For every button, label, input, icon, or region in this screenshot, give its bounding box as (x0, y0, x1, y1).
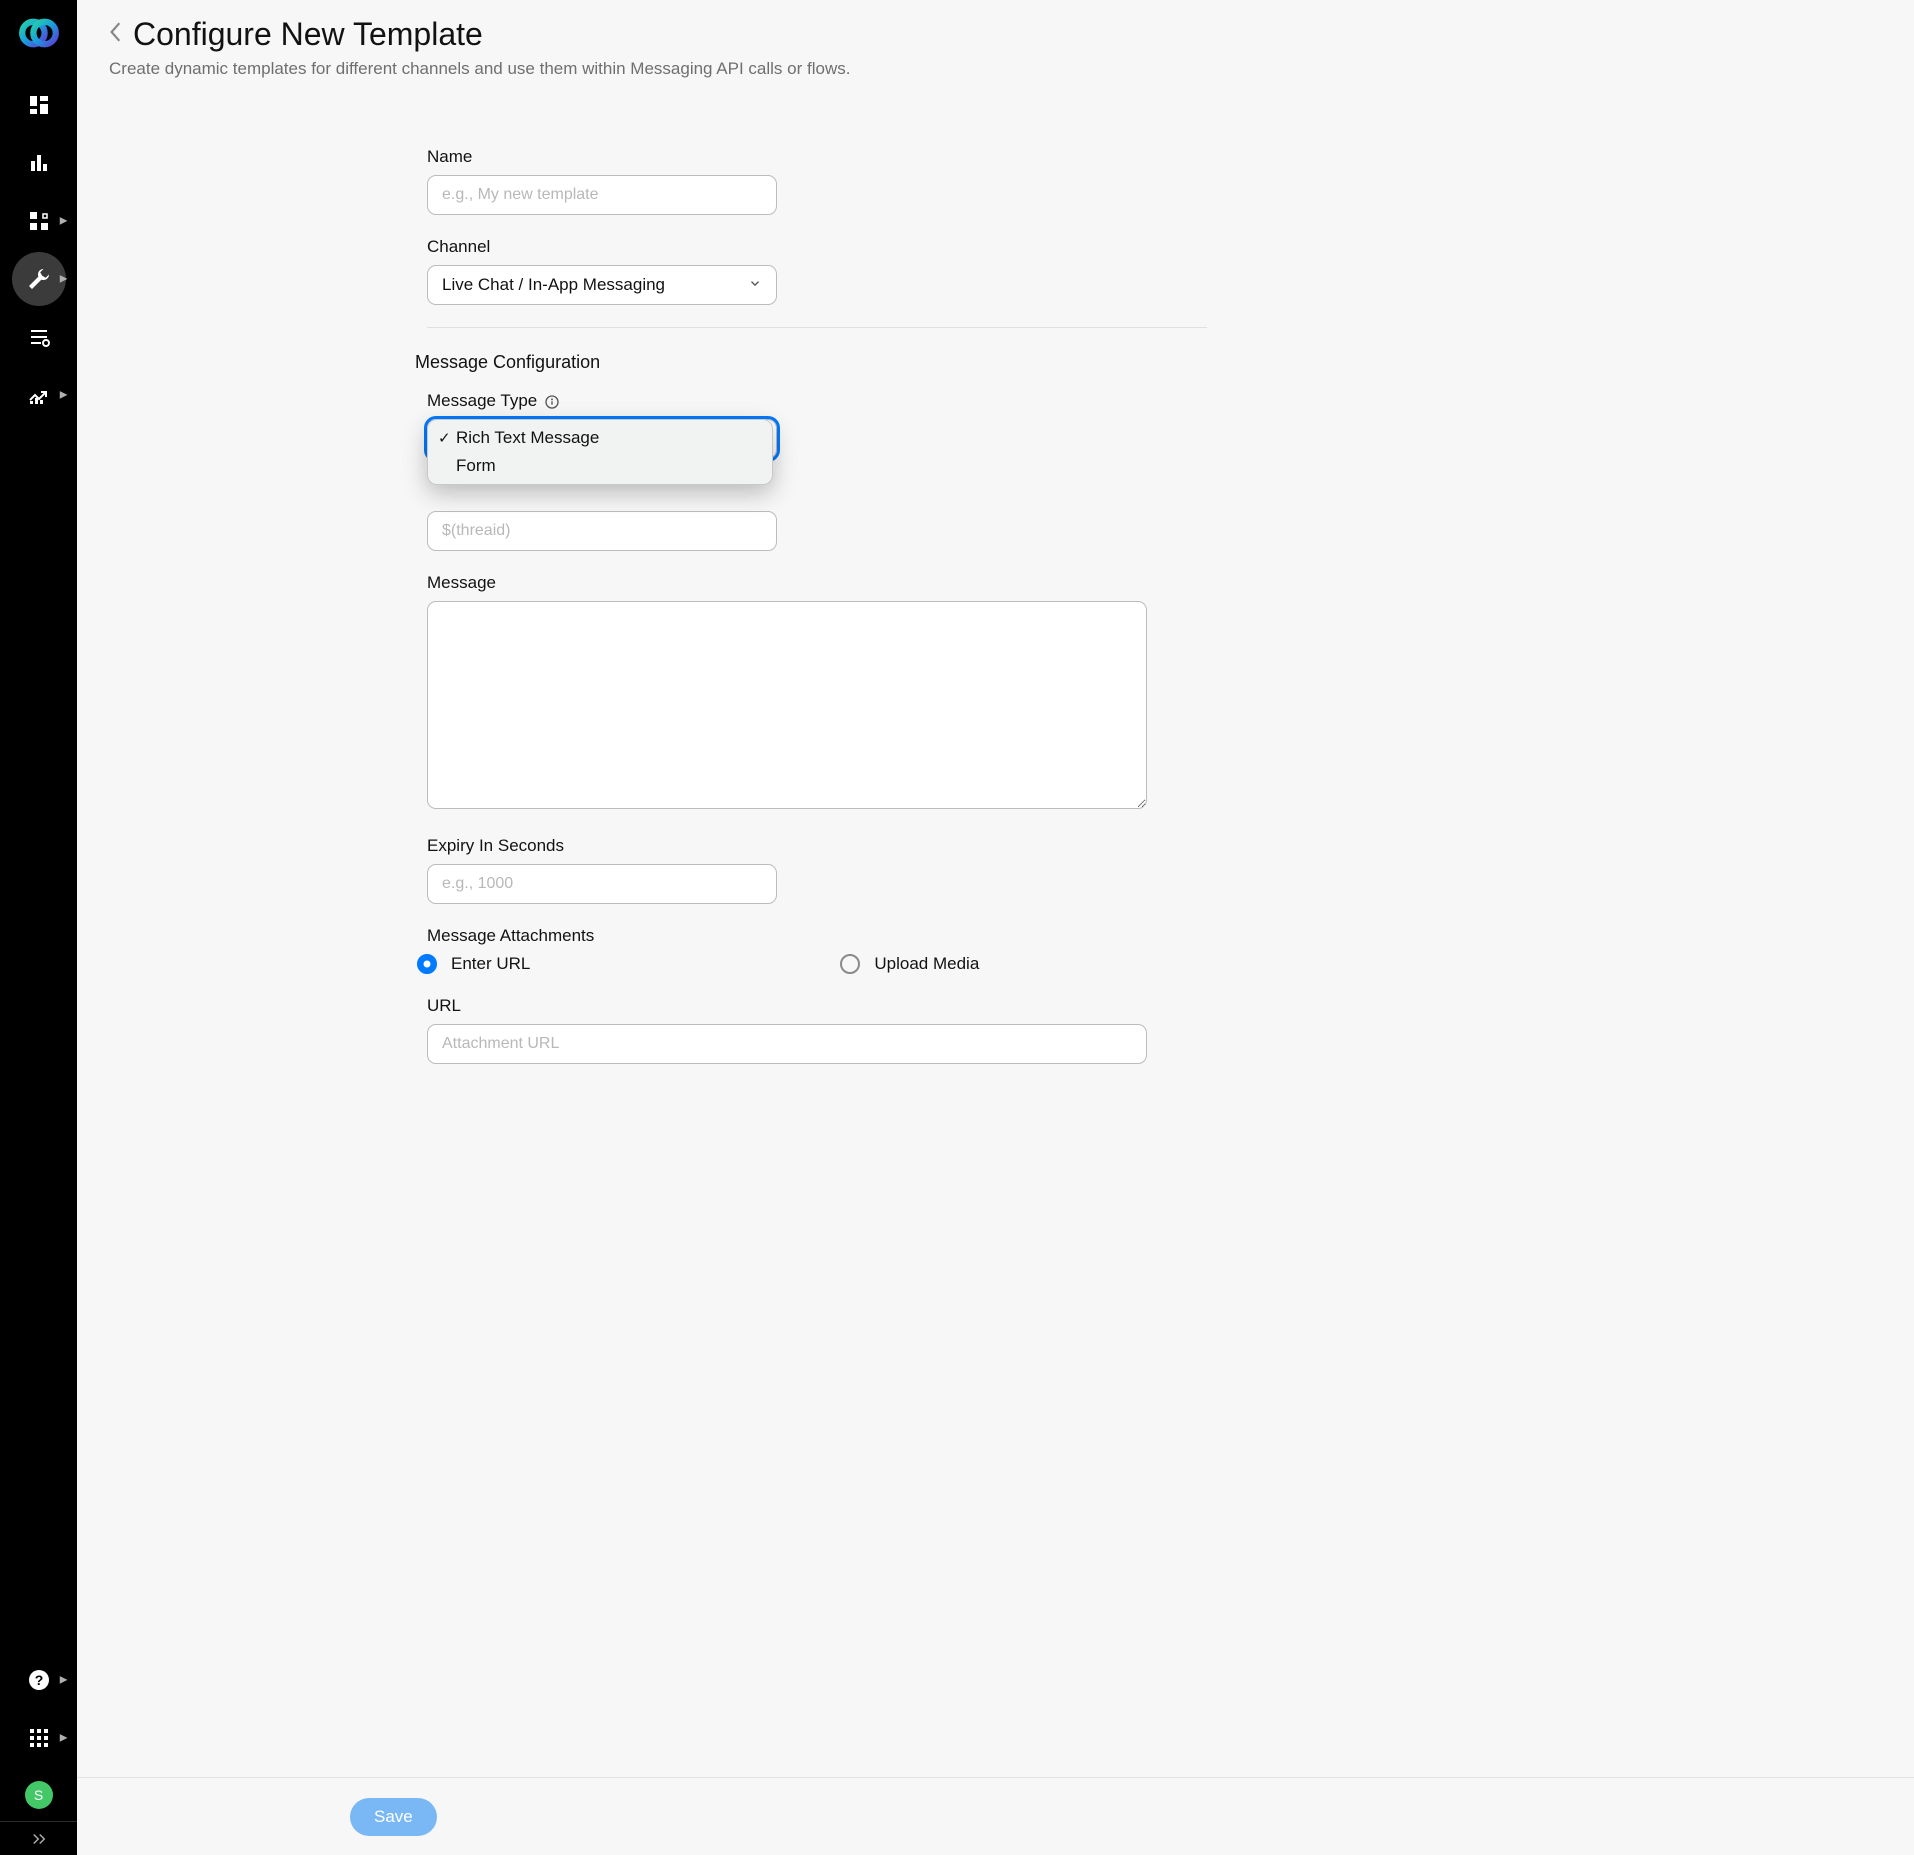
chevron-right-icon: ▶ (60, 390, 68, 401)
back-button[interactable] (109, 21, 127, 49)
radio-unchecked-icon (840, 954, 860, 974)
check-icon: ✓ (438, 429, 456, 447)
chevron-right-icon: ▶ (60, 216, 68, 227)
sidebar-item-list[interactable] (12, 310, 66, 364)
sidebar-item-tools[interactable]: ▶ (12, 252, 66, 306)
sidebar-item-dashboard[interactable] (12, 78, 66, 132)
channel-select[interactable]: Live Chat / In-App Messaging (427, 265, 777, 305)
info-icon[interactable] (544, 394, 560, 410)
message-textarea[interactable] (427, 601, 1147, 809)
channel-label: Channel (427, 237, 1167, 257)
url-input[interactable] (427, 1024, 1147, 1064)
attachment-radio-upload[interactable]: Upload Media (840, 954, 979, 974)
section-divider (427, 327, 1207, 328)
dropdown-option-form[interactable]: Form (428, 452, 772, 480)
page-subtitle: Create dynamic templates for different c… (109, 59, 1882, 79)
user-avatar[interactable]: S (25, 1781, 53, 1809)
message-label: Message (427, 573, 1167, 593)
message-type-label: Message Type (427, 391, 1167, 411)
expiry-input[interactable] (427, 864, 777, 904)
attachments-heading: Message Attachments (427, 926, 1167, 946)
svg-text:?: ? (34, 1672, 43, 1688)
sidebar-item-grid[interactable]: ▶ (12, 1711, 66, 1765)
template-form: Name Channel Live Chat / In-App Messagin… (427, 147, 1167, 1064)
thread-id-input[interactable] (427, 511, 777, 551)
name-label: Name (427, 147, 1167, 167)
sidebar-collapse-button[interactable] (0, 1821, 77, 1855)
chevron-right-icon: ▶ (60, 1733, 68, 1744)
save-button[interactable]: Save (350, 1798, 437, 1836)
page-title: Configure New Template (133, 16, 483, 53)
sidebar-item-help[interactable]: ? ▶ (12, 1653, 66, 1707)
left-sidebar: ▶ ▶ ▶ ? ▶ ▶ S (0, 0, 77, 1855)
sidebar-item-trends[interactable]: ▶ (12, 368, 66, 422)
chevron-down-icon (748, 275, 762, 295)
page-header: Configure New Template Create dynamic te… (77, 0, 1914, 87)
sidebar-item-apps[interactable]: ▶ (12, 194, 66, 248)
url-label: URL (427, 996, 1167, 1016)
footer-bar: Save (77, 1777, 1914, 1855)
main-content: Configure New Template Create dynamic te… (77, 0, 1914, 1855)
app-logo (18, 12, 60, 54)
sidebar-bottom: ? ▶ ▶ S (0, 1653, 77, 1855)
chevron-right-icon: ▶ (60, 274, 68, 285)
sidebar-item-analytics[interactable] (12, 136, 66, 190)
channel-value: Live Chat / In-App Messaging (442, 275, 665, 295)
message-type-dropdown: ✓ Rich Text Message Form (427, 419, 773, 485)
radio-checked-icon (417, 954, 437, 974)
attachment-radio-url[interactable]: Enter URL (417, 954, 530, 974)
name-input[interactable] (427, 175, 777, 215)
dropdown-option-rich-text[interactable]: ✓ Rich Text Message (428, 424, 772, 452)
chevron-right-icon: ▶ (60, 1675, 68, 1686)
expiry-label: Expiry In Seconds (427, 836, 1167, 856)
section-heading: Message Configuration (415, 352, 1167, 373)
